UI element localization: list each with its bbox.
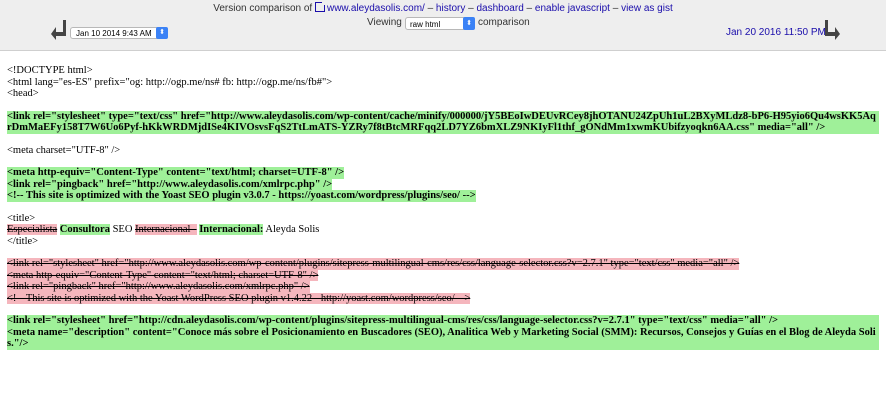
diff-block-added: <link rel="stylesheet" href="http://cdn.…	[7, 315, 879, 350]
added-text: Consultora	[59, 224, 110, 235]
view-mode-value: raw html	[410, 20, 441, 29]
diff-block-removed: <link rel="stylesheet" href="http://www.…	[7, 258, 879, 304]
title-prefix: Version comparison of	[213, 3, 313, 14]
left-date-value: Jan 10 2014 9:43 AM	[76, 29, 152, 38]
select-arrow-icon: ⬍	[156, 27, 168, 39]
viewing-label: Viewing	[367, 17, 402, 28]
diff-line: </title>	[7, 235, 39, 247]
diff-line-removed: <meta http-equiv="Content-Type" content=…	[7, 269, 319, 281]
diff-line-mixed: Especialista Consultora SEO Internaciona…	[7, 224, 879, 236]
diff-line: <!DOCTYPE html>	[7, 65, 93, 76]
diff-block-unchanged: <meta charset="UTF-8" />	[7, 145, 879, 157]
diff-line: <html lang="es-ES" prefix="og: http://og…	[7, 76, 333, 88]
diff-line-added: <link rel="pingback" href="http://www.al…	[7, 178, 333, 190]
diff-block-title: <title> Especialista Consultora SEO Inte…	[7, 213, 879, 248]
diff-line-added: <link rel="stylesheet" href="http://cdn.…	[7, 315, 879, 327]
diff-line-added: <!-- This site is optimized with the Yoa…	[7, 190, 476, 202]
site-link[interactable]: www.aleydasolis.com/	[314, 1, 425, 14]
dashboard-link[interactable]: dashboard	[477, 3, 524, 14]
comparison-label: comparison	[478, 17, 530, 28]
history-link[interactable]: history	[436, 3, 465, 14]
next-version-arrow-icon[interactable]	[825, 19, 841, 41]
diff-line-removed: <link rel="pingback" href="http://www.al…	[7, 281, 310, 293]
left-date-select[interactable]: Jan 10 2014 9:43 AM ⬍	[70, 27, 168, 39]
enable-javascript-link[interactable]: enable javascript	[535, 3, 610, 14]
diff-content: <!DOCTYPE html> <html lang="es-ES" prefi…	[7, 65, 879, 361]
diff-line-removed: <!-- This site is optimized with the Yoa…	[7, 292, 471, 304]
diff-line: <meta charset="UTF-8" />	[7, 144, 121, 156]
right-date[interactable]: Jan 20 2016 11:50 PM	[726, 27, 826, 38]
view-as-gist-link[interactable]: view as gist	[621, 3, 673, 14]
unchanged-text: Aleyda Solis	[263, 224, 320, 235]
diff-line-added: <meta name="description" content="Conoce…	[7, 326, 879, 350]
diff-block-added: <meta http-equiv="Content-Type" content=…	[7, 167, 879, 202]
diff-block-unchanged: <!DOCTYPE html> <html lang="es-ES" prefi…	[7, 65, 879, 100]
view-mode-select[interactable]: raw html ⬍	[405, 17, 475, 30]
comparison-header: Version comparison of www.aleydasolis.co…	[0, 0, 886, 51]
diff-block-added: <link rel="stylesheet" type="text/css" h…	[7, 110, 879, 134]
select-arrow-icon: ⬍	[463, 17, 475, 30]
external-link-icon	[314, 1, 326, 12]
removed-text: Internacional -	[135, 224, 197, 235]
diff-line-removed: <link rel="stylesheet" href="http://www.…	[7, 258, 740, 270]
top-nav: Version comparison of www.aleydasolis.co…	[213, 1, 673, 14]
previous-version-arrow-icon[interactable]	[50, 19, 66, 41]
added-text: Internacional:	[199, 224, 264, 235]
diff-line-added: <link rel="stylesheet" type="text/css" h…	[7, 110, 879, 134]
diff-line: <title>	[7, 212, 36, 224]
removed-text: Especialista	[7, 224, 58, 235]
diff-line-added: <meta http-equiv="Content-Type" content=…	[7, 167, 345, 179]
unchanged-text: SEO	[109, 224, 136, 235]
diff-line: <head>	[7, 88, 39, 99]
